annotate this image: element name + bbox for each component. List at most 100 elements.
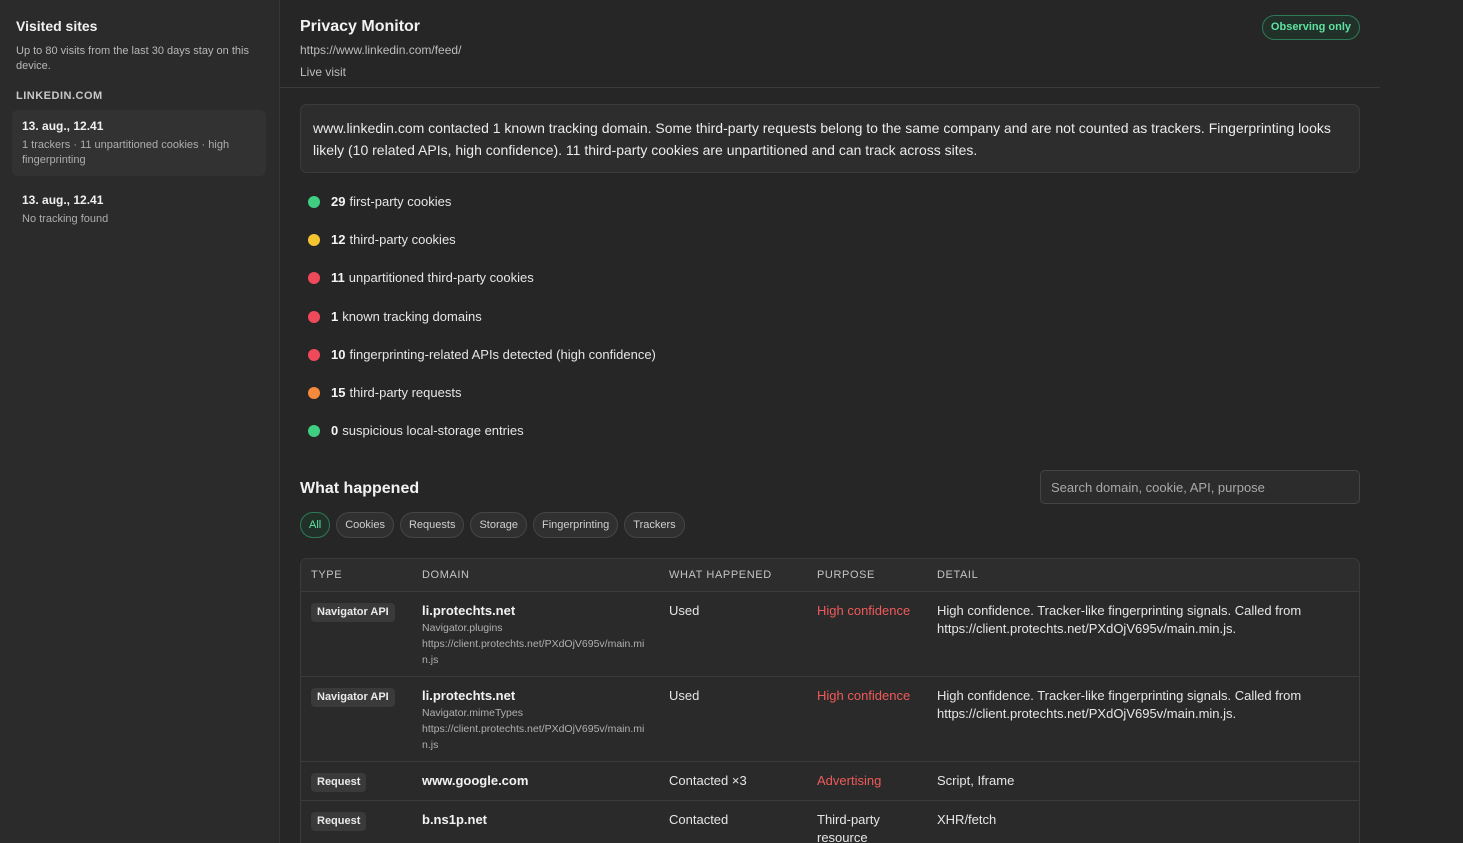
status-badge: Observing only — [1261, 15, 1360, 40]
type-badge: Navigator API — [311, 687, 395, 707]
table-row[interactable]: Request www.google.com Contacted ×3 Adverti… — [301, 761, 1359, 801]
column-header-what[interactable]: WHAT HAPPENED — [659, 559, 807, 592]
row-domain: li.protechts.net — [422, 602, 516, 618]
column-header-domain[interactable]: DOMAIN — [412, 559, 659, 592]
type-badge: Request — [311, 811, 367, 831]
cell-domain: b.ns1p.net — [412, 800, 659, 843]
stat-label: first-party cookies — [349, 194, 452, 209]
cell-purpose: Advertising — [807, 761, 927, 801]
cell-what: Contacted — [659, 800, 807, 843]
cell-purpose: High confidence — [807, 591, 927, 677]
cell-type: Request — [301, 761, 412, 801]
cell-what: Used — [659, 676, 807, 762]
cell-domain: www.google.com — [412, 761, 659, 801]
filter-chip-trackers[interactable]: Trackers — [624, 512, 685, 539]
stat-item: 15 third-party requests — [300, 385, 1360, 423]
visit-item[interactable]: 13. aug., 12.41 No tracking found — [12, 184, 266, 235]
cell-purpose: Third-party resource — [807, 800, 927, 843]
filter-chip-all[interactable]: All — [300, 512, 331, 539]
status-dot-icon — [308, 196, 320, 208]
events-table: TYPE DOMAIN WHAT HAPPENED PURPOSE DETAIL… — [300, 558, 1360, 843]
visit-url: https://www.linkedin.com/feed/ — [300, 43, 462, 57]
status-dot-icon — [308, 310, 320, 323]
stat-count: 15 — [331, 384, 346, 400]
main-panel: Privacy Monitor https://www.linkedin.com… — [280, 0, 1380, 843]
cell-detail: Script, Iframe — [927, 761, 1359, 801]
events-header: What happened — [300, 470, 1360, 505]
visit-title: 13. aug., 12.41 — [22, 193, 104, 207]
stat-item: 0 suspicious local-storage entries — [300, 423, 1360, 461]
type-badge: Request — [311, 772, 367, 792]
visit-summary: No tracking found — [22, 213, 109, 225]
stat-count: 29 — [331, 194, 346, 209]
status-dot-icon — [308, 425, 320, 438]
row-script-url: https://client.protechts.net/PXdOjV695v/… — [422, 722, 645, 751]
summary-box: www.linkedin.com contacted 1 known track… — [300, 104, 1360, 173]
visit-title: 13. aug., 12.41 — [22, 119, 104, 133]
status-dot-icon — [308, 348, 320, 361]
row-domain: li.protechts.net — [422, 687, 516, 703]
column-header-detail[interactable]: DETAIL — [927, 559, 1359, 592]
cell-detail: XHR/fetch — [927, 800, 1359, 843]
stat-label: known tracking domains — [342, 308, 482, 324]
stat-label: unpartitioned third-party cookies — [348, 270, 534, 286]
table-row[interactable]: Request b.ns1p.net Contacted Third-party re… — [301, 800, 1359, 843]
filter-chip-fingerprinting[interactable]: Fingerprinting — [533, 512, 619, 539]
sidebar: Visited sites Up to 80 visits from the l… — [0, 0, 280, 843]
stat-item: 29 first-party cookies — [300, 194, 1360, 232]
cell-domain: li.protechts.net Navigator.plugins https:/… — [412, 591, 659, 677]
column-header-type[interactable]: TYPE — [301, 559, 412, 592]
stat-count: 12 — [331, 232, 346, 248]
stat-item: 11 unpartitioned third-party cookies — [300, 270, 1360, 308]
stat-label: suspicious local-storage entries — [342, 423, 524, 439]
type-badge: Navigator API — [311, 602, 395, 622]
cell-what: Used — [659, 591, 807, 677]
cell-type: Navigator API — [301, 591, 412, 677]
visit-summary: 1 trackers · 11 unpartitioned cookies · … — [22, 139, 230, 166]
visit-status: Live visit — [300, 65, 347, 79]
cell-domain: li.protechts.net Navigator.mimeTypes https… — [412, 676, 659, 762]
stat-item: 1 known tracking domains — [300, 309, 1360, 347]
events-title: What happened — [300, 480, 420, 498]
stat-count: 0 — [331, 423, 339, 439]
table-row[interactable]: Navigator API li.protechts.net Navigator.m… — [301, 676, 1359, 762]
filter-chips: All Cookies Requests Storage Fingerprinting T… — [300, 512, 1360, 539]
stat-count: 11 — [331, 270, 345, 286]
row-domain: b.ns1p.net — [422, 811, 488, 827]
cell-detail: High confidence. Tracker-like fingerprin… — [927, 591, 1359, 677]
cell-what: Contacted ×3 — [659, 761, 807, 801]
site-group-label: LINKEDIN.COM — [16, 90, 103, 102]
status-dot-icon — [308, 234, 320, 247]
filter-chip-cookies[interactable]: Cookies — [336, 512, 394, 539]
page-header: Privacy Monitor https://www.linkedin.com… — [280, 0, 1380, 88]
table-header-row: TYPE DOMAIN WHAT HAPPENED PURPOSE DETAIL — [301, 559, 1359, 592]
filter-chip-requests[interactable]: Requests — [399, 512, 465, 539]
filter-chip-storage[interactable]: Storage — [470, 512, 527, 539]
status-dot-icon — [308, 386, 320, 399]
stat-item: 12 third-party cookies — [300, 232, 1360, 270]
stat-label: fingerprinting-related APIs detected (hi… — [349, 346, 656, 362]
row-api: Navigator.mimeTypes — [422, 706, 523, 719]
column-header-purpose[interactable]: PURPOSE — [807, 559, 927, 592]
stat-item: 10 fingerprinting-related APIs detected (… — [300, 347, 1360, 385]
cell-type: Request — [301, 800, 412, 843]
cell-detail: High confidence. Tracker-like fingerprin… — [927, 676, 1359, 762]
table-row[interactable]: Navigator API li.protechts.net Navigator.p… — [301, 591, 1359, 677]
stat-label: third-party cookies — [349, 232, 456, 248]
stat-label: third-party requests — [349, 384, 462, 400]
row-api: Navigator.plugins — [422, 621, 503, 634]
header-divider — [280, 87, 1380, 88]
row-domain: www.google.com — [422, 772, 529, 788]
table-body: Navigator API li.protechts.net Navigator.p… — [301, 591, 1359, 843]
cell-purpose: High confidence — [807, 676, 927, 762]
search-input[interactable] — [1040, 470, 1360, 505]
stat-count: 1 — [331, 308, 339, 324]
visit-item[interactable]: 13. aug., 12.41 1 trackers · 11 unpartit… — [12, 110, 266, 176]
status-dot-icon — [308, 272, 320, 285]
sidebar-subtitle: Up to 80 visits from the last 30 days st… — [16, 45, 249, 72]
row-script-url: https://client.protechts.net/PXdOjV695v/… — [422, 637, 645, 666]
sidebar-title: Visited sites — [16, 18, 98, 34]
stat-count: 10 — [331, 346, 346, 362]
page-title: Privacy Monitor — [300, 18, 421, 35]
stats-list: 29 first-party cookies 12 third-party cooki… — [300, 194, 1360, 461]
